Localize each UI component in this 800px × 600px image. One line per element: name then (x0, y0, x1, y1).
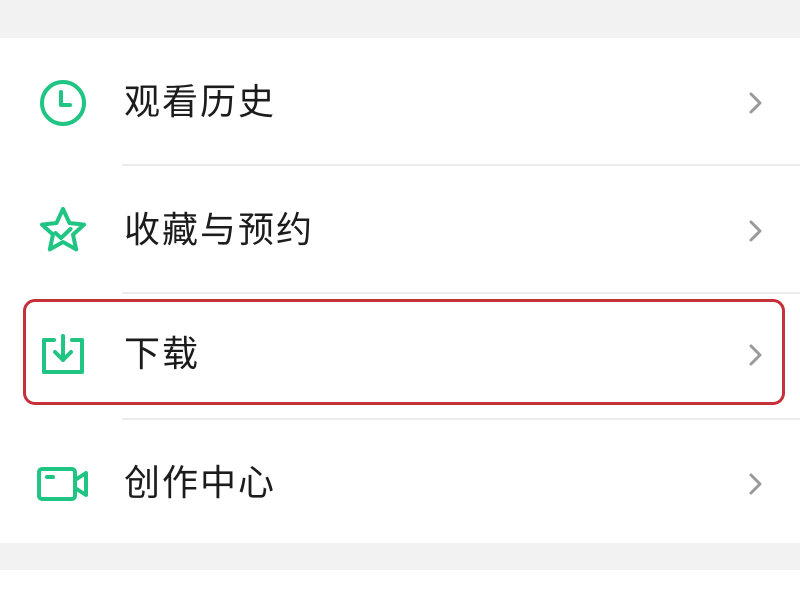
menu-item-creator-center[interactable]: 创作中心 (0, 421, 800, 547)
video-camera-icon (34, 455, 92, 513)
chevron-right-icon (744, 471, 766, 497)
menu-item-label: 收藏与预约 (124, 210, 315, 251)
menu-item-download[interactable]: 下载 (0, 292, 800, 418)
chevron-right-icon (744, 342, 766, 368)
menu-item-watch-history[interactable]: 观看历史 (0, 40, 800, 166)
chevron-right-icon (744, 90, 766, 116)
clock-icon (34, 74, 92, 132)
menu-item-label: 观看历史 (124, 82, 277, 123)
menu-card: 观看历史 收藏与预约 下载 创作中心 (0, 38, 800, 543)
divider (122, 418, 800, 420)
chevron-right-icon (744, 218, 766, 244)
star-icon (34, 202, 92, 260)
download-icon (34, 326, 92, 384)
menu-item-favorites[interactable]: 收藏与预约 (0, 168, 800, 294)
menu-item-label: 下载 (124, 334, 201, 375)
page: 观看历史 收藏与预约 下载 创作中心 (0, 0, 800, 600)
next-section-card (0, 570, 800, 600)
menu-item-label: 创作中心 (124, 463, 277, 504)
divider (122, 164, 800, 166)
